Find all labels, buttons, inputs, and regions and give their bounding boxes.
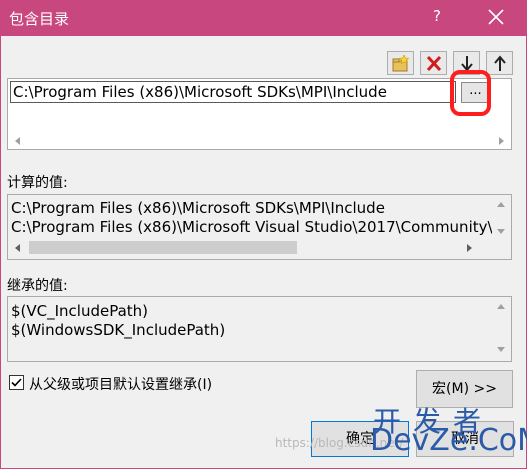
computed-line: C:\Program Files (x86)\Microsoft Visual … [11,218,503,236]
move-up-icon [494,55,506,71]
computed-vscrollbar[interactable] [492,195,511,255]
close-button[interactable] [484,5,508,29]
delete-icon [426,55,442,72]
help-button[interactable]: ? [425,7,449,29]
path-input[interactable]: C:\Program Files (x86)\Microsoft SDKs\MP… [10,81,456,103]
list-hscrollbar[interactable] [8,132,511,149]
computed-line: C:\Program Files (x86)\Microsoft SDKs\MP… [11,199,385,217]
checkmark-icon [11,378,22,387]
watermark-bottom: DevZe.CoM [370,423,527,458]
close-icon [488,9,504,25]
scroll-right-icon[interactable] [499,137,504,145]
scroll-down-icon[interactable] [497,347,505,352]
inherited-vscrollbar[interactable] [492,297,511,361]
inherited-values-box: $(VC_IncludePath) $(WindowsSDK_IncludePa… [7,296,512,362]
computed-hscrollbar[interactable] [8,239,477,256]
inherit-checkbox-label[interactable]: 从父级或项目默认设置继承(I) [29,374,212,394]
computed-values-box: C:\Program Files (x86)\Microsoft SDKs\MP… [7,194,512,260]
title-bar: 包含目录 ? [0,0,527,36]
move-up-button[interactable] [486,51,513,75]
delete-line-button[interactable] [420,51,447,75]
highlight-circle [450,70,491,116]
scroll-right-icon[interactable] [467,244,472,252]
scroll-up-icon[interactable] [497,202,505,207]
scroll-down-icon[interactable] [497,229,505,234]
new-folder-icon [392,55,410,72]
inherited-line: $(VC_IncludePath) [11,302,149,320]
scroll-thumb[interactable] [29,241,297,254]
inherited-label: 继承的值: [7,278,68,294]
scroll-up-icon[interactable] [497,304,505,309]
scroll-left-icon[interactable] [15,244,20,252]
window-title: 包含目录 [9,10,70,28]
scroll-left-icon[interactable] [15,137,20,145]
new-line-button[interactable] [387,51,414,75]
inherited-line: $(WindowsSDK_IncludePath) [11,321,226,339]
inherit-checkbox[interactable] [9,375,24,390]
computed-label: 计算的值: [7,175,68,191]
